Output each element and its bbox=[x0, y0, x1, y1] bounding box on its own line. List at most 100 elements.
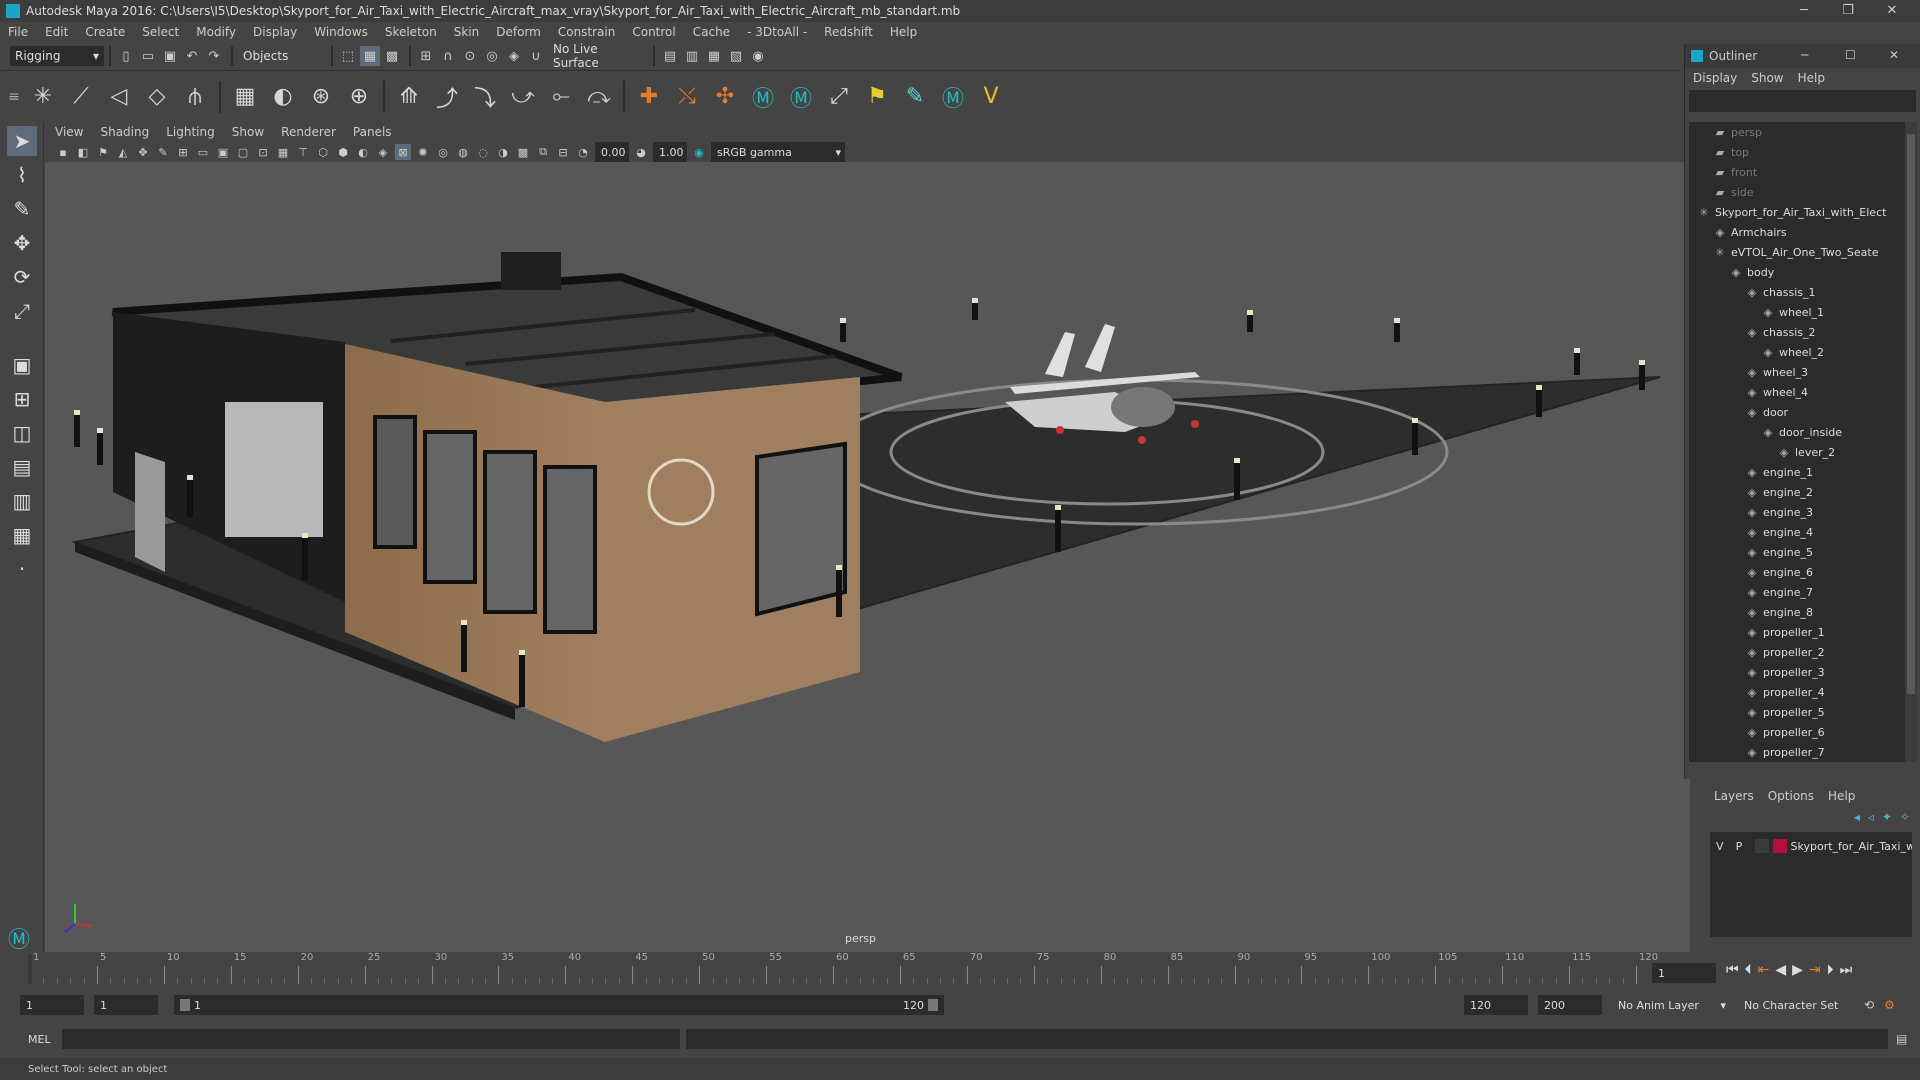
pose-editor-icon[interactable]: ⚑ bbox=[864, 84, 890, 110]
menu-create[interactable]: Create bbox=[85, 25, 125, 39]
step-back-frame-icon[interactable]: ⏴ bbox=[1745, 962, 1752, 978]
camera-select-icon[interactable]: ▪ bbox=[55, 144, 71, 160]
move-tool-icon[interactable]: ✥ bbox=[7, 228, 37, 258]
orient-constraint-icon[interactable]: ✣ bbox=[712, 84, 738, 110]
persp-graph-layout-icon[interactable]: ▥ bbox=[7, 486, 37, 516]
outliner-item[interactable]: ◈ propeller_3 bbox=[1689, 662, 1905, 682]
select-tool-icon[interactable]: ➤ bbox=[7, 126, 37, 156]
paint-effects-icon[interactable]: ✎ bbox=[902, 84, 928, 110]
outliner-item[interactable]: ◈ propeller_7 bbox=[1689, 742, 1905, 762]
menu-redshift[interactable]: Redshift bbox=[824, 25, 873, 39]
field-chart-icon[interactable]: ⊡ bbox=[255, 144, 271, 160]
humanik-character-icon[interactable]: Ⓜ bbox=[788, 84, 814, 112]
step-forward-frame-icon[interactable]: ⏵ bbox=[1827, 962, 1834, 978]
render-frame-icon[interactable]: ▤ bbox=[660, 46, 680, 66]
wireframe-on-shaded-icon[interactable]: ◈ bbox=[375, 144, 391, 160]
layer-menu-layers[interactable]: Layers bbox=[1714, 789, 1754, 803]
menu-display[interactable]: Display bbox=[253, 25, 297, 39]
wireframe-icon[interactable]: ⬡ bbox=[315, 144, 331, 160]
insert-joint-icon[interactable]: ◇ bbox=[144, 84, 170, 110]
layer-visibility-toggle[interactable]: V bbox=[1716, 840, 1730, 853]
end-time-field[interactable]: 200 bbox=[1538, 995, 1602, 1015]
blend-shape-icon[interactable]: ⤢ bbox=[826, 84, 852, 110]
current-frame-field[interactable]: 1 bbox=[1652, 963, 1716, 983]
exposure-icon[interactable]: ◔ bbox=[575, 144, 591, 160]
smooth-bind-icon[interactable]: ⤴ bbox=[434, 84, 460, 112]
move-layer-up-icon[interactable]: ◂ bbox=[1854, 810, 1860, 824]
play-backward-icon[interactable]: ◀ bbox=[1775, 962, 1786, 978]
outliner-item[interactable]: ◈ engine_6 bbox=[1689, 562, 1905, 582]
outliner-item[interactable]: ◈ propeller_5 bbox=[1689, 702, 1905, 722]
time-slider[interactable]: 1 5 10 15 20 25 30 35 40 45 50 55 60 65 70 75 80 85 90 95 10… bbox=[20, 952, 1660, 988]
shadows-icon[interactable]: ◍ bbox=[455, 144, 471, 160]
camera-attributes-icon[interactable]: ◧ bbox=[75, 144, 91, 160]
lasso-tool-icon[interactable]: ⌇ bbox=[7, 160, 37, 190]
playback-start-field[interactable]: 1 bbox=[94, 995, 158, 1015]
new-scene-icon[interactable]: ▯ bbox=[116, 46, 136, 66]
exposure-field[interactable]: 0.00 bbox=[595, 142, 629, 162]
live-surface-field[interactable]: No Live Surface bbox=[548, 42, 648, 70]
wrap-icon[interactable]: ⊛ bbox=[308, 84, 334, 110]
ik-handle-icon[interactable]: ⟋ bbox=[68, 84, 94, 110]
menu-edit[interactable]: Edit bbox=[45, 25, 68, 39]
outliner-item[interactable]: ◈ chassis_2 bbox=[1689, 322, 1905, 342]
mirror-joint-icon[interactable]: ⫛ bbox=[182, 84, 208, 110]
xray-icon[interactable]: ⊠ bbox=[395, 144, 411, 160]
bind-skin-icon[interactable]: ⟰ bbox=[396, 84, 422, 110]
rotate-tool-icon[interactable]: ⟳ bbox=[7, 262, 37, 292]
menu-help[interactable]: Help bbox=[890, 25, 917, 39]
outliner-scrollbar[interactable] bbox=[1905, 122, 1917, 762]
viewport-menu-show[interactable]: Show bbox=[232, 125, 264, 139]
start-time-field[interactable]: 1 bbox=[20, 995, 84, 1015]
outliner-menu-display[interactable]: Display bbox=[1693, 71, 1737, 85]
hypershade-icon[interactable]: ▧ bbox=[726, 46, 746, 66]
maximize-icon[interactable]: ☐ bbox=[1845, 48, 1856, 62]
outliner-scroll-thumb[interactable] bbox=[1907, 134, 1915, 694]
scale-tool-icon[interactable]: ⤢ bbox=[7, 296, 37, 326]
gamma-icon[interactable]: ◕ bbox=[633, 144, 649, 160]
image-plane-icon[interactable]: ◭ bbox=[115, 144, 131, 160]
viewport-menu-renderer[interactable]: Renderer bbox=[281, 125, 336, 139]
layer-row[interactable]: V P Skyport_for_Air_Taxi_w bbox=[1710, 836, 1912, 856]
current-frame-marker[interactable] bbox=[28, 954, 32, 984]
command-input[interactable] bbox=[62, 1029, 680, 1049]
menu-modify[interactable]: Modify bbox=[196, 25, 236, 39]
screen-space-ao-icon[interactable]: ◌ bbox=[475, 144, 491, 160]
redo-icon[interactable]: ↷ bbox=[204, 46, 224, 66]
four-view-layout-icon[interactable]: ⊞ bbox=[7, 384, 37, 414]
selection-mode-dropdown[interactable]: Objects bbox=[238, 46, 326, 66]
outliner-item[interactable]: ◈ wheel_3 bbox=[1689, 362, 1905, 382]
menu-3dtoall[interactable]: - 3DtoAll - bbox=[747, 25, 807, 39]
bookmark-icon[interactable]: ⚑ bbox=[95, 144, 111, 160]
outliner-item[interactable]: ◈ wheel_1 bbox=[1689, 302, 1905, 322]
layer-display-type[interactable] bbox=[1755, 839, 1769, 853]
paint-select-tool-icon[interactable]: ✎ bbox=[7, 194, 37, 224]
isolate-select-icon[interactable]: ⧉ bbox=[535, 144, 551, 160]
range-handle-start-icon[interactable] bbox=[180, 999, 190, 1011]
layer-playback-toggle[interactable]: P bbox=[1736, 840, 1756, 853]
layer-color-swatch[interactable] bbox=[1772, 839, 1787, 853]
outliner-item[interactable]: ◈ chassis_1 bbox=[1689, 282, 1905, 302]
viewport-menu-view[interactable]: View bbox=[55, 125, 83, 139]
snap-view-icon[interactable]: ◎ bbox=[482, 46, 502, 66]
range-slider[interactable]: 1 120 bbox=[174, 995, 944, 1015]
snap-grid-icon[interactable]: ⊞ bbox=[416, 46, 436, 66]
color-space-dropdown[interactable]: sRGB gamma ▾ bbox=[711, 142, 845, 162]
interactive-bind-icon[interactable]: ⟜ bbox=[548, 84, 574, 110]
outliner-item[interactable]: ◈ propeller_4 bbox=[1689, 682, 1905, 702]
rigid-bind-icon[interactable]: ⤵ bbox=[472, 84, 498, 112]
outliner-item[interactable]: ◈ engine_1 bbox=[1689, 462, 1905, 482]
menu-deform[interactable]: Deform bbox=[496, 25, 541, 39]
playback-end-field[interactable]: 120 bbox=[1464, 995, 1528, 1015]
menu-set-dropdown[interactable]: Rigging ▾ bbox=[10, 46, 104, 66]
select-component-icon[interactable]: ▩ bbox=[382, 46, 402, 66]
layer-menu-help[interactable]: Help bbox=[1828, 789, 1855, 803]
single-perspective-layout-icon[interactable]: ▣ bbox=[7, 350, 37, 380]
viewport-menu-lighting[interactable]: Lighting bbox=[166, 125, 215, 139]
ipr-render-icon[interactable]: ▥ bbox=[682, 46, 702, 66]
joint-tool-icon[interactable]: ✳ bbox=[30, 84, 56, 110]
film-gate-icon[interactable]: ▭ bbox=[195, 144, 211, 160]
snap-surface-icon[interactable]: ◈ bbox=[504, 46, 524, 66]
outliner-item[interactable]: ◈ propeller_2 bbox=[1689, 642, 1905, 662]
safe-title-icon[interactable]: ⊤ bbox=[295, 144, 311, 160]
